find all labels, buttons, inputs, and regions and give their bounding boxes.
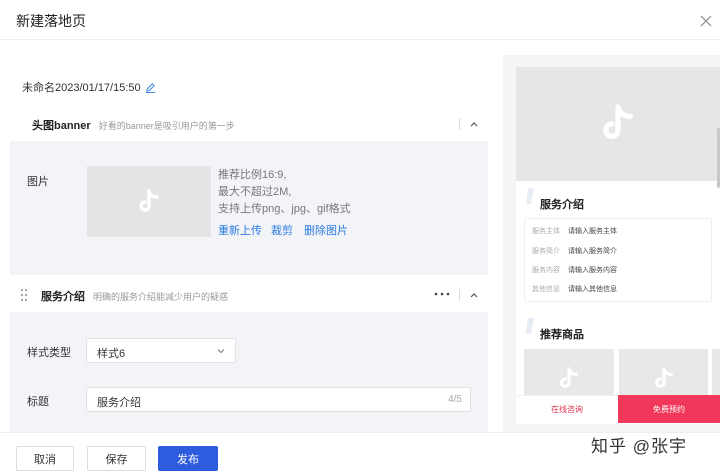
service-section-title: 服务介绍 bbox=[41, 291, 85, 303]
quote-mark-icon bbox=[526, 188, 534, 204]
row-value: 请输入服务简介 bbox=[568, 248, 617, 255]
style-type-select[interactable]: 样式6 bbox=[86, 338, 236, 363]
consult-button[interactable]: 在线咨询 bbox=[516, 395, 618, 423]
service-section-panel bbox=[10, 312, 488, 432]
banner-section-header: 头图banner 好看的banner是吸引用户的第一步 bbox=[10, 108, 488, 140]
reserve-button[interactable]: 免费预约 bbox=[618, 395, 720, 423]
quote-mark-icon bbox=[526, 318, 534, 334]
page-name-text: 未命名2023/01/17/15:50 bbox=[22, 82, 141, 94]
title-label: 标题 bbox=[27, 396, 49, 408]
upload-tip-size: 最大不超过2M, bbox=[218, 186, 292, 198]
dialog-title: 新建落地页 bbox=[16, 13, 86, 29]
dialog-header: 新建落地页 bbox=[0, 0, 720, 40]
service-section-header: 服务介绍 明确的服务介绍能减少用户的疑惑 bbox=[10, 278, 488, 310]
save-button[interactable]: 保存 bbox=[87, 446, 146, 471]
preview-service-heading: 服务介绍 bbox=[540, 199, 584, 211]
title-char-counter: 4/5 bbox=[448, 394, 462, 405]
crop-link[interactable]: 裁剪 bbox=[271, 222, 293, 238]
preview-row: 其他信息 请输入其他信息 bbox=[532, 284, 617, 294]
title-input-value: 服务介绍 bbox=[97, 397, 141, 409]
page-name: 未命名2023/01/17/15:50 bbox=[22, 79, 156, 95]
tiktok-logo-icon bbox=[603, 104, 633, 139]
more-icon[interactable] bbox=[434, 291, 450, 297]
divider bbox=[459, 289, 460, 301]
image-label: 图片 bbox=[27, 176, 49, 188]
row-value: 请输入服务主体 bbox=[568, 228, 617, 235]
publish-button[interactable]: 发布 bbox=[158, 446, 218, 471]
chevron-up-icon[interactable] bbox=[469, 290, 479, 300]
upload-tip-ratio: 推荐比例16:9, bbox=[218, 169, 287, 181]
watermark: 知乎 @张宇 bbox=[591, 437, 687, 456]
preview-row: 服务主体 请输入服务主体 bbox=[532, 226, 617, 236]
divider bbox=[459, 118, 460, 130]
delete-image-link[interactable]: 删除图片 bbox=[304, 222, 348, 238]
chevron-up-icon[interactable] bbox=[469, 119, 479, 129]
tiktok-logo-icon bbox=[654, 367, 673, 388]
drag-handle-icon[interactable] bbox=[20, 288, 28, 302]
preview-banner-image bbox=[516, 67, 720, 181]
banner-section-title: 头图banner bbox=[32, 120, 91, 132]
preview-row: 服务内容 请输入服务内容 bbox=[532, 265, 617, 275]
row-value: 请输入其他信息 bbox=[568, 286, 617, 293]
chevron-down-icon bbox=[217, 349, 225, 354]
reupload-link[interactable]: 重新上传 bbox=[218, 222, 262, 238]
row-key: 服务主体 bbox=[532, 228, 560, 235]
style-type-value: 样式6 bbox=[97, 348, 126, 360]
tiktok-logo-icon bbox=[560, 367, 578, 388]
preview-row: 服务简介 请输入服务简介 bbox=[532, 246, 617, 256]
row-key: 其他信息 bbox=[532, 286, 560, 293]
title-input[interactable]: 服务介绍 4/5 bbox=[86, 387, 471, 412]
upload-tip-format: 支持上传png、jpg、gif格式 bbox=[218, 203, 351, 215]
edit-icon[interactable] bbox=[145, 82, 156, 93]
preview-goods-heading: 推荐商品 bbox=[540, 329, 584, 341]
row-value: 请输入服务内容 bbox=[568, 267, 617, 274]
cancel-button[interactable]: 取消 bbox=[16, 446, 74, 471]
tiktok-logo-icon bbox=[139, 188, 159, 212]
close-icon[interactable] bbox=[700, 15, 712, 27]
banner-image-thumbnail[interactable] bbox=[87, 166, 211, 237]
row-key: 服务内容 bbox=[532, 267, 560, 274]
new-landing-page-dialog: 新建落地页 未命名2023/01/17/15:50 头图banner 好看的ba… bbox=[0, 0, 720, 473]
banner-section-desc: 好看的banner是吸引用户的第一步 bbox=[98, 121, 235, 131]
service-section-desc: 明确的服务介绍能减少用户的疑惑 bbox=[93, 292, 229, 302]
style-type-label: 样式类型 bbox=[27, 347, 71, 359]
row-key: 服务简介 bbox=[532, 248, 560, 255]
